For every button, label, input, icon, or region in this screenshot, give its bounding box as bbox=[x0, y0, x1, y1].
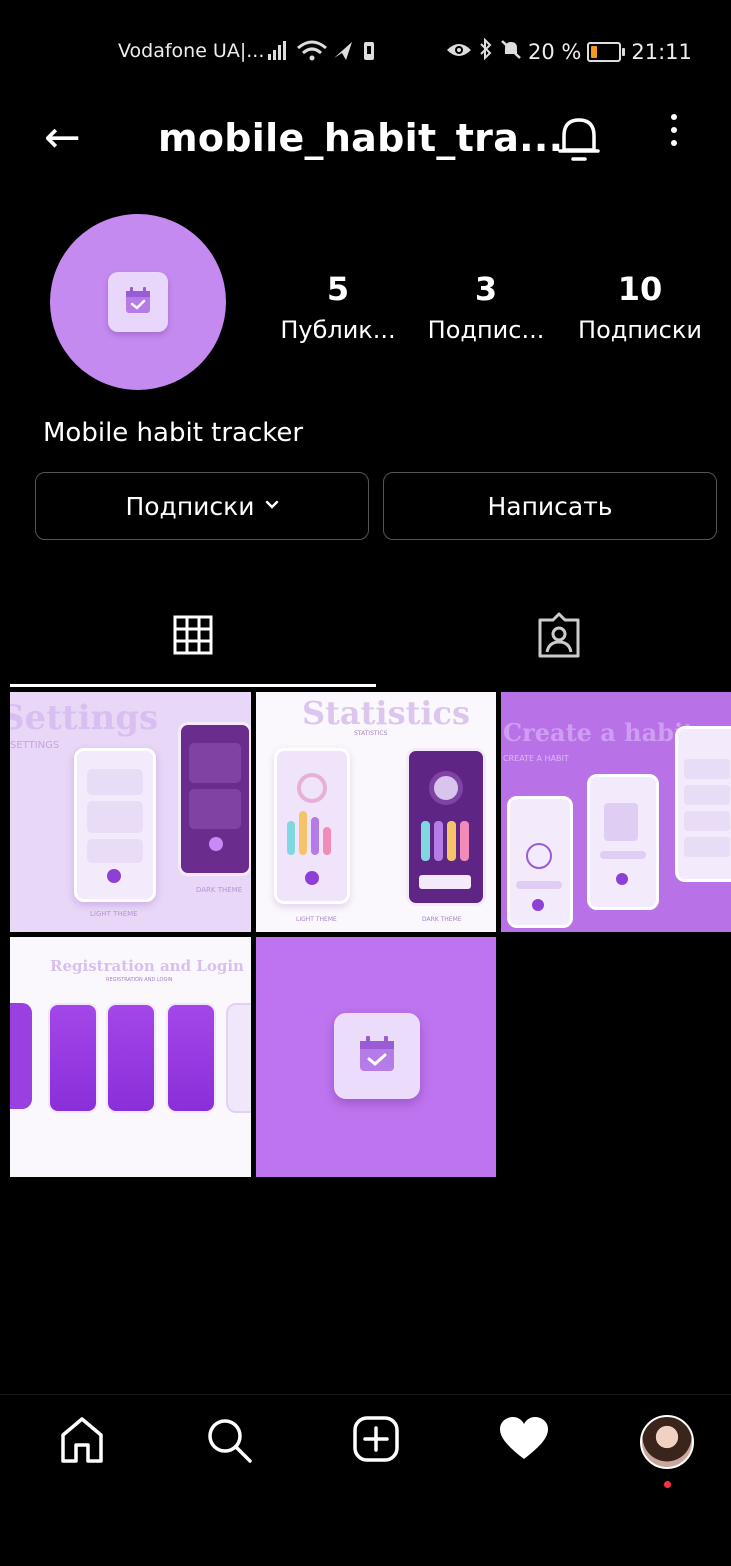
add-post-icon[interactable] bbox=[352, 1415, 400, 1467]
username-title: mobile_habit_tra... bbox=[158, 116, 564, 160]
notification-bell-icon[interactable] bbox=[556, 112, 602, 168]
phone-mockup-light bbox=[74, 748, 156, 902]
post-subtitle: SETTINGS bbox=[10, 740, 60, 751]
phone-mockup-4 bbox=[166, 1003, 216, 1113]
eye-icon bbox=[446, 40, 472, 64]
clock: 21:11 bbox=[631, 39, 692, 64]
battery-percent: 20 % bbox=[528, 39, 582, 64]
post-title: Create a habit bbox=[503, 718, 695, 747]
following-button-label: Подписки bbox=[125, 491, 255, 521]
post-subtitle: STATISTICS bbox=[354, 730, 388, 737]
phone-mockup-1 bbox=[10, 1003, 32, 1109]
post-subtitle: REGISTRATION AND LOGIN bbox=[106, 977, 173, 983]
followers-count: 3 bbox=[474, 270, 498, 308]
caption-light: LIGHT THEME bbox=[90, 910, 138, 918]
followers-label: Подпис... bbox=[427, 316, 545, 344]
status-bar: Vodafone UA|... 20 % 21:11 bbox=[0, 28, 731, 74]
post-title: Statistics bbox=[302, 694, 471, 732]
following-button[interactable]: Подписки bbox=[35, 472, 369, 540]
post-title: Registration and Login bbox=[50, 957, 244, 975]
posts-label: Публик... bbox=[280, 316, 396, 344]
calendar-check-icon bbox=[108, 272, 168, 332]
chevron-down-icon bbox=[265, 495, 279, 514]
post-registration-login[interactable]: Registration and Login REGISTRATION AND … bbox=[10, 937, 251, 1177]
phone-mockup-5 bbox=[226, 1003, 251, 1113]
stat-posts[interactable]: 5 Публик... bbox=[280, 270, 395, 344]
following-label: Подписки bbox=[578, 316, 702, 344]
back-arrow-icon[interactable]: ← bbox=[44, 116, 81, 160]
carrier-name: Vodafone UA|... bbox=[118, 40, 265, 62]
post-settings[interactable]: Settings SETTINGS LIGHT THEME DARK THEME bbox=[10, 692, 251, 932]
caption-dark: DARK THEME bbox=[422, 916, 462, 923]
post-app-logo[interactable] bbox=[256, 937, 496, 1177]
notification-dot bbox=[664, 1481, 671, 1488]
active-tab-indicator bbox=[10, 684, 376, 687]
post-statistics[interactable]: Statistics STATISTICS LIGHT THEME DARK T… bbox=[256, 692, 496, 932]
phone-mockup-light bbox=[274, 748, 350, 904]
phone-mockup-2 bbox=[48, 1003, 98, 1113]
following-count: 10 bbox=[617, 270, 663, 308]
home-icon[interactable] bbox=[58, 1415, 106, 1469]
caption-dark: DARK THEME bbox=[196, 886, 243, 894]
tagged-person-icon[interactable] bbox=[536, 610, 582, 664]
battery-icon bbox=[587, 41, 626, 62]
phone-mockup-dark bbox=[178, 722, 251, 876]
phone-mockup-3 bbox=[675, 726, 731, 882]
message-button[interactable]: Написать bbox=[383, 472, 717, 540]
message-button-label: Написать bbox=[487, 491, 613, 521]
status-right: 20 % 21:11 bbox=[446, 37, 692, 65]
bluetooth-icon bbox=[478, 37, 494, 65]
stat-followers[interactable]: 3 Подпис... bbox=[428, 270, 545, 344]
phone-mockup-3 bbox=[106, 1003, 156, 1113]
bottom-navigation bbox=[0, 1394, 731, 1505]
profile-avatar[interactable] bbox=[640, 1415, 694, 1469]
more-options-icon[interactable] bbox=[664, 114, 684, 154]
phone-mockup-1 bbox=[507, 796, 573, 928]
signal-wifi-icons bbox=[268, 38, 388, 69]
post-create-habit[interactable]: Create a habit CREATE A HABIT bbox=[501, 692, 731, 932]
grid-icon[interactable] bbox=[172, 614, 214, 660]
posts-count: 5 bbox=[326, 270, 350, 308]
search-icon[interactable] bbox=[204, 1415, 254, 1469]
post-subtitle: CREATE A HABIT bbox=[503, 754, 569, 763]
profile-name: Mobile habit tracker bbox=[43, 418, 304, 448]
profile-tabs bbox=[10, 600, 731, 688]
profile-picture[interactable] bbox=[50, 214, 226, 390]
caption-light: LIGHT THEME bbox=[296, 916, 337, 923]
calendar-check-icon bbox=[334, 1013, 420, 1099]
post-title: Settings bbox=[10, 698, 159, 738]
profile-header: ← mobile_habit_tra... bbox=[0, 100, 731, 180]
mute-bell-icon bbox=[500, 38, 522, 65]
stat-following[interactable]: 10 Подписки bbox=[570, 270, 710, 344]
phone-mockup-dark bbox=[406, 748, 486, 906]
phone-mockup-2 bbox=[587, 774, 659, 910]
heart-icon[interactable] bbox=[498, 1415, 550, 1467]
